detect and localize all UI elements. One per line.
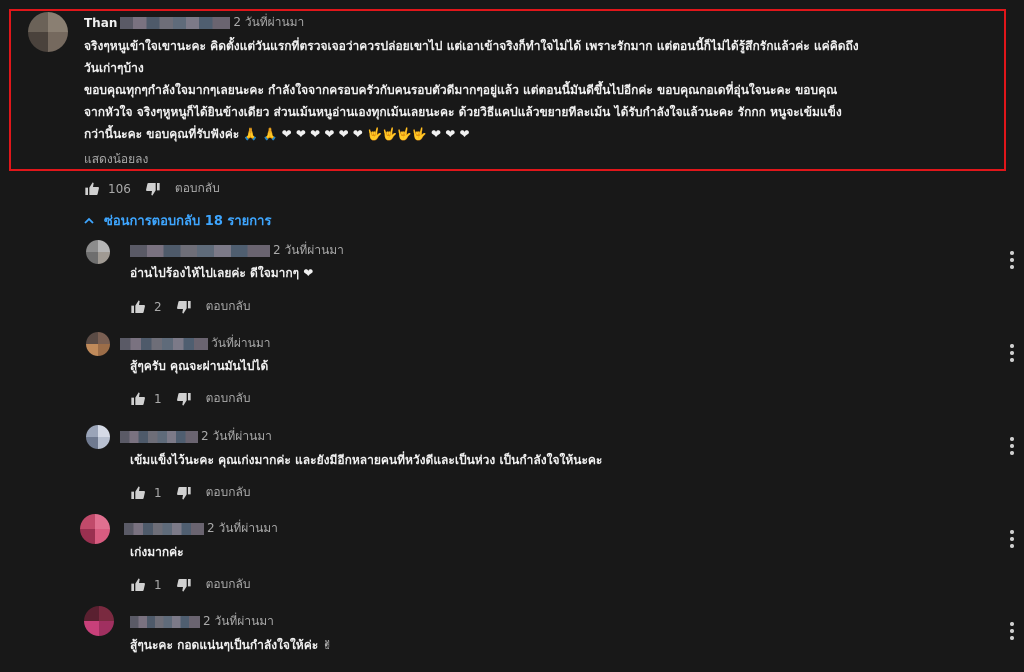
comment-line: จากหัวใจ จริงๆหูหนูก็ได้ยินข้างเดียว ส่ว… — [84, 105, 842, 119]
comment-header: 2 วันที่ผ่านมา — [130, 241, 344, 260]
more-options-icon[interactable] — [1010, 344, 1014, 365]
show-less-link[interactable]: แสดงน้อยลง — [84, 150, 148, 169]
comment-time[interactable]: 2 วันที่ผ่านมา — [233, 13, 304, 32]
more-options-icon[interactable] — [1010, 251, 1014, 272]
comment-line: จริงๆหนูเข้าใจเขานะคะ คิดตั้งแต่วันแรกที… — [84, 39, 859, 53]
comment-actions: 1 ตอบกลับ — [130, 575, 251, 594]
comment-actions: 106 ตอบกลับ — [84, 179, 220, 198]
like-icon[interactable] — [130, 299, 146, 315]
more-options-icon[interactable] — [1010, 622, 1014, 643]
blurred-name — [130, 244, 270, 257]
like-icon[interactable] — [84, 181, 100, 197]
dislike-icon[interactable] — [145, 181, 161, 197]
like-count: 1 — [154, 577, 162, 592]
comment-time[interactable]: วันที่ผ่านมา — [211, 334, 270, 353]
avatar[interactable] — [28, 12, 68, 52]
comment-actions: 1 ตอบกลับ — [130, 483, 251, 502]
blurred-name — [120, 430, 198, 443]
blurred-name — [120, 337, 208, 350]
reply-button[interactable]: ตอบกลับ — [175, 179, 220, 198]
blurred-name — [130, 615, 200, 628]
reply-text: สู้ๆนะคะ กอดแน่นๆเป็นกำลังใจให้ค่ะ ✌ — [130, 638, 333, 652]
comment-header: 2 วันที่ผ่านมา — [130, 612, 274, 631]
like-count: 1 — [154, 391, 162, 406]
blurred-name — [120, 16, 231, 29]
hide-replies-label: ซ่อนการตอบกลับ 18 รายการ — [104, 214, 272, 229]
avatar[interactable] — [84, 606, 114, 636]
reply-text: อ่านไปร้องไห้ไปเลยค่ะ ดีใจมากๆ ❤ — [130, 266, 314, 280]
reply-text: เก่งมากค่ะ — [130, 545, 184, 559]
reply-text: เข้มแข็งไว้นะคะ คุณเก่งมากค่ะ และยังมีอี… — [130, 453, 603, 467]
comment-header: Than 2 วันที่ผ่านมา — [84, 13, 304, 32]
hide-replies-toggle[interactable]: ซ่อนการตอบกลับ 18 รายการ — [84, 210, 271, 231]
comment-header: วันที่ผ่านมา — [120, 334, 270, 353]
comment-line: ขอบคุณทุกๆกำลังใจมากๆเลยนะคะ กำลังใจจากค… — [84, 83, 838, 97]
like-icon[interactable] — [130, 485, 146, 501]
comment-header: 2 วันที่ผ่านมา — [120, 427, 272, 446]
comment-line: วันเก่าๆบ้าง — [84, 61, 144, 75]
reply-button[interactable]: ตอบกลับ — [206, 483, 251, 502]
dislike-icon[interactable] — [176, 485, 192, 501]
like-icon[interactable] — [130, 391, 146, 407]
dislike-icon[interactable] — [176, 391, 192, 407]
avatar[interactable] — [86, 332, 110, 356]
avatar[interactable] — [80, 514, 110, 544]
comment-actions: 2 ตอบกลับ — [130, 297, 251, 316]
reply-button[interactable]: ตอบกลับ — [206, 389, 251, 408]
author-name[interactable]: Than — [84, 16, 117, 30]
comment-time[interactable]: 2 วันที่ผ่านมา — [201, 427, 272, 446]
comment-time[interactable]: 2 วันที่ผ่านมา — [203, 612, 274, 631]
reply-text: สู้ๆครับ คุณจะผ่านมันไปได้ — [130, 359, 269, 373]
reply-button[interactable]: ตอบกลับ — [206, 575, 251, 594]
like-count: 2 — [154, 299, 162, 314]
avatar[interactable] — [86, 240, 110, 264]
like-count: 1 — [154, 485, 162, 500]
comment-time[interactable]: 2 วันที่ผ่านมา — [273, 241, 344, 260]
comment-line: กว่านี้นะคะ ขอบคุณที่รับฟังค่ะ 🙏 🙏 ❤ ❤ ❤… — [84, 127, 470, 141]
chevron-up-icon — [84, 217, 94, 224]
more-options-icon[interactable] — [1010, 437, 1014, 458]
reply-button[interactable]: ตอบกลับ — [206, 297, 251, 316]
dislike-icon[interactable] — [176, 577, 192, 593]
like-icon[interactable] — [130, 577, 146, 593]
blurred-name — [124, 522, 204, 535]
comment-actions: 1 ตอบกลับ — [130, 389, 251, 408]
more-options-icon[interactable] — [1010, 530, 1014, 551]
avatar[interactable] — [86, 425, 110, 449]
dislike-icon[interactable] — [176, 299, 192, 315]
comment-time[interactable]: 2 วันที่ผ่านมา — [207, 519, 278, 538]
comment-text: จริงๆหนูเข้าใจเขานะคะ คิดตั้งแต่วันแรกที… — [84, 35, 999, 145]
comment-header: 2 วันที่ผ่านมา — [124, 519, 278, 538]
like-count: 106 — [108, 181, 131, 196]
